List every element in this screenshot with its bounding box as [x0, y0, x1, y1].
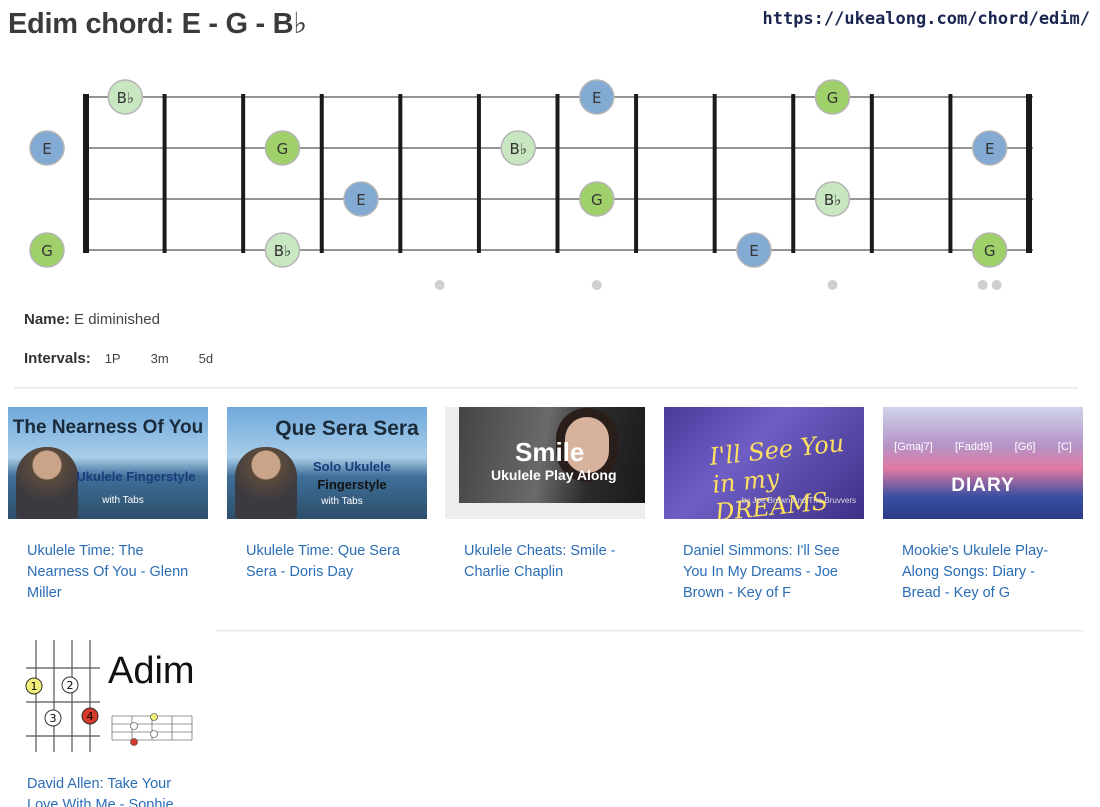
page-title: Edim chord: E - G - B♭ — [8, 8, 307, 40]
name-label: Name: — [24, 311, 70, 328]
video-thumbnail[interactable]: Smile Ukulele Play Along — [445, 407, 645, 519]
thumbnail-text: ...by Joe Brown And The Bruvvers — [735, 496, 856, 505]
video-title-link[interactable]: Ukulele Cheats: Smile - Charlie Chaplin — [464, 541, 639, 583]
thumbnail-chords: [Gmaj7] [Fadd9] [G6] [C] — [883, 441, 1083, 453]
fret-marker — [991, 280, 1002, 290]
page-url[interactable]: https://ukealong.com/chord/edim/ — [762, 9, 1090, 29]
thumbnail-text: Solo Ukulele — [312, 459, 392, 474]
thumbnail-text: with Tabs — [321, 496, 363, 507]
intervals-label: Intervals: — [24, 350, 91, 367]
thumbnail-text: Que Sera Sera — [275, 417, 419, 440]
video-title-link[interactable]: Mookie's Ukulele Play-Along Songs: Diary… — [902, 541, 1077, 604]
thumbnail-text: Smile — [515, 437, 585, 467]
fret-marker — [827, 280, 838, 290]
video-title-link[interactable]: Daniel Simmons: I'll See You In My Dream… — [683, 541, 858, 604]
svg-text:3: 3 — [50, 712, 57, 725]
thumbnail-text: [Gmaj7] — [894, 441, 933, 453]
chord-name-value: E diminished — [74, 311, 160, 328]
fretboard-diagram: B♭ E G E G B♭ E E G B♭ G B♭ E G — [29, 79, 1033, 290]
chord-name-row: Name: E diminished — [24, 311, 160, 328]
note-label: G — [984, 242, 996, 260]
thumbnail-text: Ukulele Fingerstyle — [76, 469, 196, 484]
video-thumbnail[interactable]: Que Sera Sera Solo Ukulele Fingerstyle w… — [227, 407, 427, 519]
interval-third: 3m — [150, 351, 169, 366]
video-title-link[interactable]: Ukulele Time: The Nearness Of You - Glen… — [27, 541, 202, 604]
svg-text:4: 4 — [87, 710, 94, 723]
thumbnail-text: [Fadd9] — [955, 441, 993, 453]
video-thumbnail[interactable]: [Gmaj7] [Fadd9] [G6] [C] DIARY — [883, 407, 1083, 519]
thumbnail-text: Adim — [108, 650, 195, 692]
video-thumbnail[interactable]: 1 2 3 4 Adim — [8, 640, 208, 752]
note-label: G — [827, 89, 839, 107]
video-card[interactable]: Smile Ukulele Play Along Ukulele Cheats:… — [445, 407, 645, 583]
thumbnail-text: The Nearness Of You — [12, 417, 204, 438]
note-label: B♭ — [824, 191, 841, 209]
video-card[interactable]: Que Sera Sera Solo Ukulele Fingerstyle w… — [227, 407, 427, 583]
video-title-link[interactable]: Ukulele Time: Que Sera Sera - Doris Day — [246, 541, 421, 583]
video-card[interactable]: [Gmaj7] [Fadd9] [G6] [C] DIARY Mookie's … — [883, 407, 1083, 604]
interval-fifth: 5d — [198, 351, 214, 366]
note-label: B♭ — [510, 140, 527, 158]
svg-text:1: 1 — [31, 680, 38, 693]
thumbnail-text: Fingerstyle — [317, 477, 387, 492]
fret-marker — [977, 280, 988, 290]
intervals-row: Intervals: 1P 3m 5d — [24, 350, 235, 367]
note-label: G — [277, 140, 289, 158]
fret-marker — [434, 280, 445, 290]
note-label: E — [749, 242, 758, 260]
note-label: E — [42, 140, 51, 158]
separator — [216, 630, 1084, 632]
svg-text:2: 2 — [67, 679, 74, 692]
video-thumbnail[interactable]: The Nearness Of You Ukulele Fingerstyle … — [8, 407, 208, 519]
fret-marker — [591, 280, 602, 290]
note-label: G — [591, 191, 603, 209]
note-label: E — [985, 140, 994, 158]
note-label: B♭ — [117, 89, 134, 107]
video-thumbnail[interactable]: I'll See You in my DREAMS ...by Joe Brow… — [664, 407, 864, 519]
thumbnail-text: DIARY — [951, 475, 1015, 496]
note-label: E — [356, 191, 365, 209]
thumbnail-text: I'll See You in my DREAMS — [708, 429, 846, 519]
video-title-link[interactable]: David Allen: Take Your Love With Me - So… — [27, 774, 202, 807]
video-card[interactable]: I'll See You in my DREAMS ...by Joe Brow… — [664, 407, 864, 604]
thumbnail-text: [G6] — [1014, 441, 1036, 453]
thumbnail-text: Ukulele Play Along — [491, 467, 617, 483]
separator — [14, 387, 1078, 389]
note-label: E — [592, 89, 601, 107]
note-label: B♭ — [274, 242, 291, 260]
interval-root: 1P — [104, 351, 121, 366]
thumbnail-text: with Tabs — [102, 495, 144, 506]
video-card[interactable]: 1 2 3 4 Adim David Allen: Take Your Love… — [8, 640, 208, 807]
thumbnail-text: [C] — [1057, 441, 1072, 453]
video-card[interactable]: The Nearness Of You Ukulele Fingerstyle … — [8, 407, 208, 604]
note-label: G — [41, 242, 53, 260]
